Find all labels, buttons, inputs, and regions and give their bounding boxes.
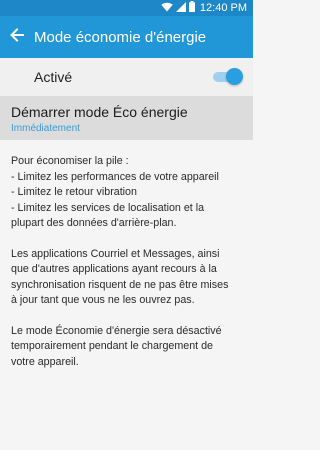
- status-icons: [161, 1, 195, 15]
- app-bar: Mode économie d'énergie: [0, 16, 253, 58]
- signal-icon: [175, 1, 186, 15]
- page-title: Mode économie d'énergie: [34, 28, 207, 46]
- description-paragraph-3: Le mode Économie d'énergie sera désactiv…: [11, 324, 243, 371]
- text-line: que d'autres applications ayant recours …: [11, 263, 217, 275]
- text-line: à jour tant que vous ne les ouvrez pas.: [11, 294, 195, 306]
- text-line: Pour économiser la pile :: [11, 155, 129, 167]
- back-button[interactable]: [0, 16, 34, 58]
- status-bar: 12:40 PM: [0, 0, 253, 16]
- wifi-icon: [161, 2, 173, 15]
- power-saving-switch[interactable]: [213, 68, 243, 85]
- power-saving-toggle-row[interactable]: Activé: [0, 58, 253, 96]
- description-paragraph-1: Pour économiser la pile : - Limitez les …: [11, 154, 243, 232]
- text-line: temporairement pendant le chargement de: [11, 340, 213, 352]
- text-line: plupart des données d'arrière-plan.: [11, 217, 177, 229]
- text-line: synchronisation risquent de ne pas être …: [11, 278, 229, 291]
- text-line: Les applications Courriel et Messages, a…: [11, 247, 220, 260]
- battery-icon: [188, 1, 195, 15]
- text-line: - Limitez le retour vibration: [11, 186, 137, 198]
- text-line: votre appareil.: [11, 355, 79, 368]
- text-line: - Limitez les performances de votre appa…: [11, 170, 219, 183]
- description-paragraph-2: Les applications Courriel et Messages, a…: [11, 247, 243, 309]
- text-line: Le mode Économie d'énergie sera désactiv…: [11, 324, 222, 337]
- clock: 12:40 PM: [199, 2, 247, 14]
- switch-thumb: [226, 68, 243, 85]
- toggle-label: Activé: [34, 69, 73, 85]
- description: Pour économiser la pile : - Limitez les …: [0, 140, 253, 450]
- eco-mode-title: Démarrer mode Éco énergie: [11, 104, 188, 120]
- eco-mode-subtitle: Immédiatement: [11, 123, 80, 134]
- start-eco-mode-item[interactable]: Démarrer mode Éco énergie Immédiatement: [0, 96, 253, 140]
- text-line: - Limitez les services de localisation e…: [11, 201, 205, 214]
- arrow-left-icon: [10, 27, 24, 47]
